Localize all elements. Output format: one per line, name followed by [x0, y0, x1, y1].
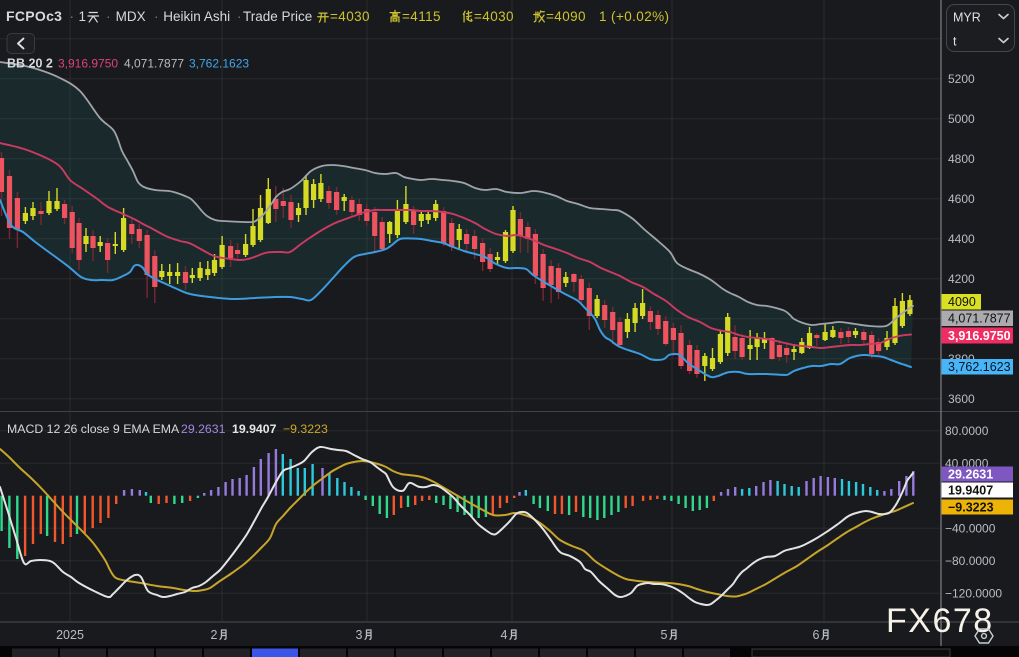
- svg-text:−40.0000: −40.0000: [945, 521, 996, 535]
- svg-text:BB 20 2: BB 20 2: [7, 56, 53, 70]
- svg-text:·: ·: [237, 9, 242, 24]
- svg-text:19.9407: 19.9407: [232, 422, 277, 436]
- svg-text:·: ·: [70, 9, 75, 24]
- svg-text:4400: 4400: [948, 232, 975, 246]
- svg-text:−80.0000: −80.0000: [945, 554, 996, 568]
- svg-text:·: ·: [106, 9, 111, 24]
- svg-text:1: 1: [79, 9, 87, 24]
- svg-text:FCPOc3: FCPOc3: [6, 8, 62, 24]
- svg-text:4: 4: [501, 628, 508, 642]
- svg-text:−120.0000: −120.0000: [945, 586, 1002, 600]
- svg-text:29.2631: 29.2631: [181, 422, 226, 436]
- svg-text:29.2631: 29.2631: [948, 467, 993, 481]
- svg-text:4,071.7877: 4,071.7877: [124, 56, 184, 70]
- svg-text:5: 5: [661, 628, 668, 642]
- svg-text:80.0000: 80.0000: [945, 424, 989, 438]
- svg-text:6: 6: [813, 628, 820, 642]
- svg-text:4090: 4090: [948, 295, 976, 309]
- svg-text:2: 2: [211, 628, 218, 642]
- svg-text:19.9407: 19.9407: [948, 483, 993, 497]
- svg-text:=4115: =4115: [402, 9, 441, 24]
- svg-text:·: ·: [154, 9, 159, 24]
- svg-text:4,071.7877: 4,071.7877: [948, 312, 1011, 326]
- svg-text:FX678: FX678: [886, 602, 994, 640]
- svg-text:1 (+0.02%): 1 (+0.02%): [599, 9, 669, 24]
- svg-text:−9.3223: −9.3223: [948, 500, 994, 514]
- svg-text:=4090: =4090: [546, 9, 586, 24]
- svg-text:3,762.1623: 3,762.1623: [189, 56, 249, 70]
- svg-text:Trade Price: Trade Price: [243, 9, 312, 24]
- svg-text:4600: 4600: [948, 192, 975, 206]
- svg-text:=4030: =4030: [474, 9, 514, 24]
- svg-text:MDX: MDX: [116, 9, 146, 24]
- svg-text:=4030: =4030: [330, 9, 370, 24]
- svg-text:MYR: MYR: [953, 11, 981, 25]
- svg-text:Heikin Ashi: Heikin Ashi: [163, 9, 230, 24]
- svg-text:3,916.9750: 3,916.9750: [58, 56, 118, 70]
- svg-text:3,762.1623: 3,762.1623: [948, 360, 1011, 374]
- svg-text:t: t: [953, 35, 957, 49]
- svg-text:5200: 5200: [948, 72, 975, 86]
- svg-text:4200: 4200: [948, 272, 975, 286]
- svg-text:5000: 5000: [948, 112, 975, 126]
- svg-text:3: 3: [356, 628, 363, 642]
- svg-text:3600: 3600: [948, 392, 975, 406]
- svg-text:−9.3223: −9.3223: [283, 422, 328, 436]
- svg-text:3,916.9750: 3,916.9750: [948, 329, 1011, 343]
- svg-text:4800: 4800: [948, 152, 975, 166]
- svg-text:MACD 12 26 close 9 EMA EMA: MACD 12 26 close 9 EMA EMA: [7, 422, 180, 436]
- svg-text:2025: 2025: [56, 628, 84, 642]
